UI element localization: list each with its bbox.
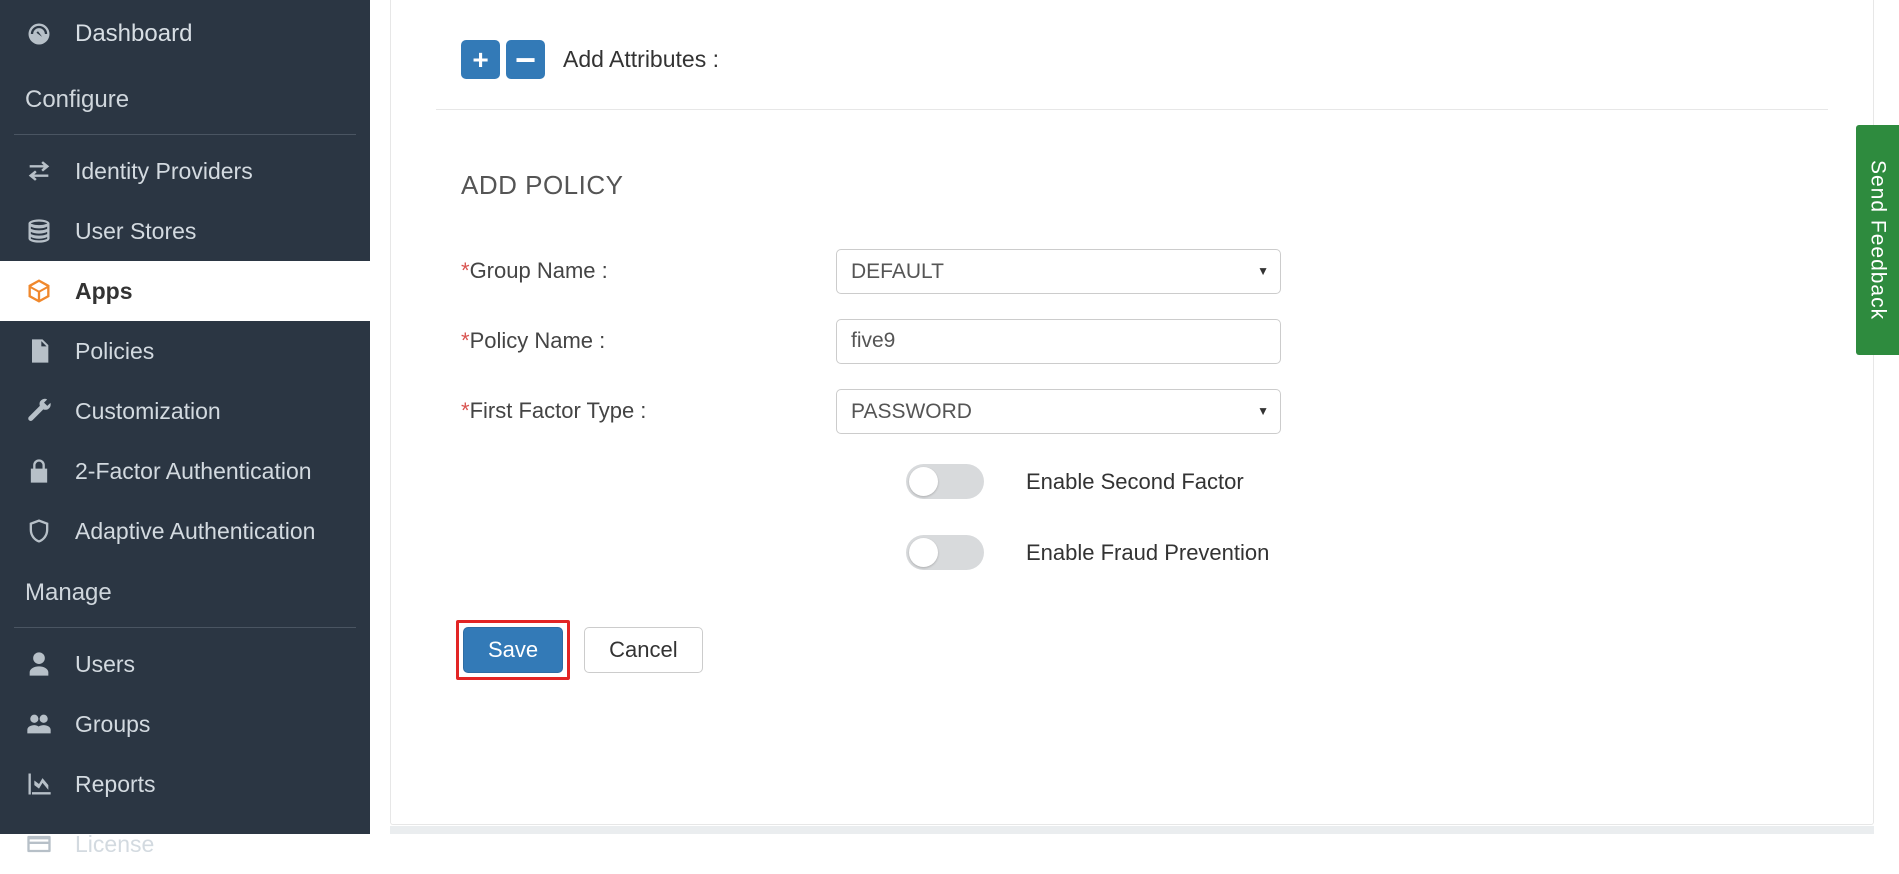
sidebar-item-user-stores[interactable]: User Stores: [0, 201, 370, 261]
policy-name-input[interactable]: [836, 319, 1281, 364]
enable-second-factor-label: Enable Second Factor: [1026, 469, 1244, 495]
add-policy-heading: ADD POLICY: [391, 110, 1873, 236]
first-factor-label: *First Factor Type :: [461, 398, 836, 424]
exchange-icon: [25, 157, 75, 185]
sidebar-item-apps[interactable]: Apps: [0, 261, 370, 321]
sidebar-item-label: Identity Providers: [75, 158, 253, 185]
sidebar-item-users[interactable]: Users: [0, 634, 370, 694]
dashboard-icon: [25, 20, 75, 48]
divider: [14, 627, 356, 628]
sidebar-item-label: License: [75, 831, 154, 858]
user-icon: [25, 650, 75, 678]
sidebar-section-configure: Configure: [0, 68, 370, 134]
sidebar-item-reports[interactable]: Reports: [0, 754, 370, 814]
sidebar-item-label: User Stores: [75, 218, 196, 245]
sidebar-item-label: 2-Factor Authentication: [75, 458, 312, 485]
sidebar-item-identity-providers[interactable]: Identity Providers: [0, 141, 370, 201]
card-icon: [25, 830, 75, 858]
required-indicator: *: [461, 328, 470, 353]
enable-fraud-prevention-toggle[interactable]: [906, 535, 984, 570]
wrench-icon: [25, 397, 75, 425]
sidebar-item-label: Groups: [75, 711, 150, 738]
chart-icon: [25, 770, 75, 798]
enable-second-factor-toggle[interactable]: [906, 464, 984, 499]
group-name-label: *Group Name :: [461, 258, 836, 284]
sidebar-item-label: Apps: [75, 278, 133, 305]
remove-attribute-button[interactable]: −: [506, 40, 545, 79]
add-attributes-label: Add Attributes :: [563, 46, 719, 73]
database-icon: [25, 217, 75, 245]
required-indicator: *: [461, 258, 470, 283]
form-row-first-factor-type: *First Factor Type : PASSWORD ▼: [391, 376, 1873, 446]
content-card: + − Add Attributes : ADD POLICY *Group N…: [390, 0, 1874, 825]
sidebar-item-two-factor-auth[interactable]: 2-Factor Authentication: [0, 441, 370, 501]
sidebar-item-label: Reports: [75, 771, 156, 798]
sidebar-item-customization[interactable]: Customization: [0, 381, 370, 441]
footer-strip: [390, 826, 1874, 834]
add-attributes-row: + − Add Attributes :: [391, 0, 1873, 109]
group-name-select[interactable]: DEFAULT: [836, 249, 1281, 294]
sidebar-item-label: Dashboard: [75, 20, 192, 48]
sidebar-item-license[interactable]: License: [0, 814, 370, 874]
sidebar-item-label: Users: [75, 651, 135, 678]
toggle-row-fraud-prevention: Enable Fraud Prevention: [461, 517, 1873, 588]
form-row-group-name: *Group Name : DEFAULT ▼: [391, 236, 1873, 306]
sidebar-item-policies[interactable]: Policies: [0, 321, 370, 381]
main-content: + − Add Attributes : ADD POLICY *Group N…: [370, 0, 1899, 834]
save-button[interactable]: Save: [463, 627, 563, 673]
divider: [14, 134, 356, 135]
save-button-highlight: Save: [456, 620, 570, 680]
toggle-row-second-factor: Enable Second Factor: [461, 446, 1873, 517]
enable-fraud-prevention-label: Enable Fraud Prevention: [1026, 540, 1269, 566]
toggle-thumb: [909, 538, 938, 567]
sidebar-item-label: Customization: [75, 398, 221, 425]
sidebar-item-groups[interactable]: Groups: [0, 694, 370, 754]
sidebar-item-adaptive-auth[interactable]: Adaptive Authentication: [0, 501, 370, 561]
form-row-policy-name: *Policy Name :: [391, 306, 1873, 376]
cube-icon: [25, 277, 75, 305]
sidebar: Dashboard Configure Identity Providers U…: [0, 0, 370, 834]
sidebar-section-manage: Manage: [0, 561, 370, 627]
send-feedback-tab[interactable]: Send Feedback: [1856, 125, 1899, 355]
cancel-button[interactable]: Cancel: [584, 627, 702, 673]
lock-icon: [25, 457, 75, 485]
add-attribute-button[interactable]: +: [461, 40, 500, 79]
policy-name-label: *Policy Name :: [461, 328, 836, 354]
sidebar-item-label: Policies: [75, 338, 154, 365]
first-factor-select[interactable]: PASSWORD: [836, 389, 1281, 434]
users-icon: [25, 710, 75, 738]
document-icon: [25, 337, 75, 365]
sidebar-item-label: Adaptive Authentication: [75, 518, 315, 545]
toggle-thumb: [909, 467, 938, 496]
sidebar-item-dashboard[interactable]: Dashboard: [0, 0, 370, 68]
shield-icon: [25, 517, 75, 545]
button-row: Save Cancel: [391, 588, 1873, 680]
required-indicator: *: [461, 398, 470, 423]
